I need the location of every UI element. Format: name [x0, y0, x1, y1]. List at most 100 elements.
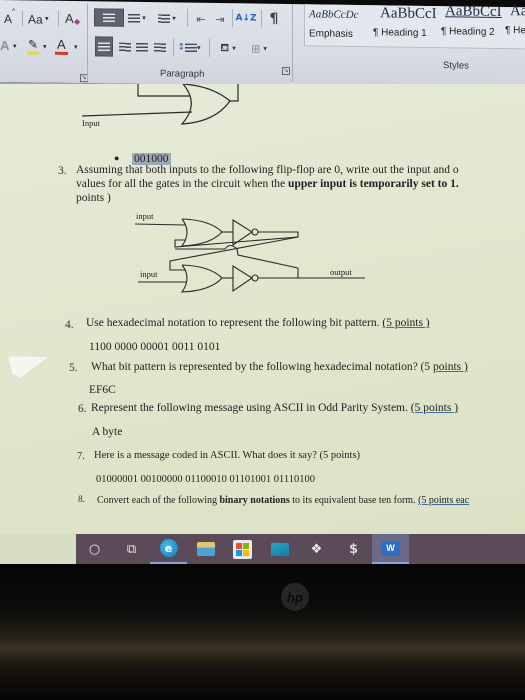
chevron-down-icon: ▾ [197, 43, 201, 52]
divider [292, 4, 293, 83]
divider [232, 9, 233, 28]
folder-icon [196, 542, 215, 556]
message-text: A byte [92, 426, 123, 438]
question-text: Here is a message coded in ASCII. What d… [94, 450, 361, 461]
highlighter-icon: ✎ [28, 37, 39, 52]
feedback-wire [137, 84, 190, 97]
taskbar-task-view-button[interactable]: ⧉ [113, 534, 150, 564]
store-bag-icon [233, 539, 252, 559]
chevron-down-icon: ▾ [142, 13, 146, 23]
style-name: ¶ Heading 2 [441, 26, 495, 38]
question-number: 8. [78, 495, 86, 505]
font-color-button[interactable]: A [55, 37, 68, 55]
upper-input-label: input [136, 211, 154, 221]
eraser-icon: ◆ [74, 17, 81, 27]
grow-font-button[interactable]: A [4, 12, 12, 26]
justify-icon [154, 42, 166, 52]
taskbar-file-explorer-button[interactable] [187, 534, 224, 564]
style-sample: AaBbCcI [380, 5, 437, 23]
align-left-icon [98, 41, 110, 52]
question-emphasis: binary notations [219, 495, 290, 506]
decrease-indent-icon: ⇤ [196, 12, 206, 26]
lower-or-gate [180, 264, 223, 293]
question-text: Represent the following message using AS… [91, 402, 411, 414]
bullets-button[interactable] [94, 8, 124, 27]
divider [58, 10, 59, 27]
highlight-color-button[interactable]: ✎ [27, 37, 39, 55]
taskbar: ○ ⧉ e ❖ $ W [76, 534, 525, 564]
text-effects-button[interactable]: A [0, 38, 9, 53]
line-spacing-icon [185, 43, 198, 53]
lower-not-gate [232, 265, 254, 293]
upper-or-gate [180, 218, 223, 247]
numbering-button[interactable]: ▾ [126, 9, 148, 27]
question-number: 6. [78, 403, 87, 415]
taskbar-mail-button[interactable] [261, 534, 298, 564]
align-left-button[interactable] [95, 36, 113, 57]
decrease-indent-button[interactable]: ⇤ [193, 10, 209, 28]
grow-font-caret-icon: ^ [12, 8, 16, 16]
justify-button[interactable] [152, 37, 168, 57]
word-icon: W [381, 540, 400, 556]
upper-input-wire [134, 223, 186, 226]
align-right-button[interactable] [134, 37, 150, 57]
flip-flop-diagram [134, 218, 365, 293]
divider [87, 3, 88, 82]
font-color-swatch [55, 51, 68, 55]
align-right-icon [136, 42, 148, 52]
ascii-binary-code: 01000001 00100000 01100010 01101001 0111… [96, 474, 315, 485]
numbering-icon [128, 13, 141, 23]
question-text: to its equivalent base ten form. [289, 495, 419, 506]
points-label: points ) [433, 361, 468, 373]
lower-input-label: input [140, 269, 158, 279]
increase-indent-icon: ⇥ [215, 12, 225, 26]
divider [187, 8, 188, 27]
paragraph-dialog-launcher-icon[interactable]: ↘ [282, 66, 290, 76]
top-or-gate-circuit [81, 84, 239, 125]
line-spacing-button[interactable]: ↕ ▾ [177, 37, 201, 57]
chevron-down-icon: ▾ [74, 44, 78, 52]
taskbar-word-button[interactable]: W [372, 534, 409, 564]
chevron-down-icon: ▾ [13, 43, 17, 51]
search-circle-icon: ○ [88, 541, 101, 557]
edge-browser-icon: e [159, 539, 178, 557]
shading-button[interactable]: ⛾ ▾ [214, 38, 242, 58]
question-text: Convert each of the following [97, 495, 220, 506]
align-center-button[interactable] [117, 37, 133, 57]
taskbar-store-button[interactable] [224, 534, 261, 564]
bullets-icon [103, 12, 115, 23]
multilevel-list-button[interactable]: ▾ [155, 9, 179, 27]
question-emphasis: upper input is temporarily set to 1. [288, 178, 459, 190]
document-edge [0, 534, 76, 564]
hex-value: EF6C [89, 384, 116, 396]
style-name: ¶ Heading 1 [373, 27, 427, 39]
question-number: 3. [58, 165, 67, 177]
question-text: What bit pattern is represented by the f… [91, 361, 434, 373]
points-label: (5 points ) [410, 402, 459, 414]
or-gate-body [180, 84, 231, 125]
question-text: Assuming that both inputs to the followi… [76, 164, 459, 176]
sort-button[interactable]: A↓Z [235, 8, 256, 28]
line-spacing-arrows-icon: ↕ [177, 42, 186, 53]
question-text: points ) [76, 192, 111, 204]
question-text: Use hexadecimal notation to represent th… [86, 317, 383, 329]
question-number: 5. [69, 362, 78, 374]
style-sample: AaBbCcDc [309, 8, 359, 22]
multilevel-list-icon [158, 13, 171, 23]
taskbar-app-button[interactable]: $ [335, 534, 372, 564]
change-case-button[interactable]: Aa [28, 12, 43, 26]
show-formatting-button[interactable]: ¶ [266, 9, 282, 29]
styles-gallery: AaBbCcDc Emphasis AaBbCcI ¶ Heading 1 Aa… [304, 3, 525, 50]
chevron-down-icon: ▾ [263, 44, 267, 53]
taskbar-search-button[interactable]: ○ [76, 534, 113, 564]
clear-formatting-button[interactable]: A [65, 11, 74, 26]
increase-indent-button[interactable]: ⇥ [212, 10, 228, 28]
question-text: values for all the gates in the circuit … [76, 178, 289, 190]
taskbar-edge-button[interactable]: e [150, 534, 187, 564]
ribbon: A ^ Aa ▾ A ◆ A ▾ ✎ ▾ A ▾ ↘ ▾ ▾ ⇤ ⇥ A↓Z ¶… [0, 0, 525, 92]
question-number: 4. [65, 319, 74, 331]
align-center-icon [119, 42, 131, 52]
borders-button[interactable]: ⊞ ▾ [245, 38, 273, 58]
document-page[interactable]: Input ● 001000 3. Assuming that both inp… [0, 84, 525, 534]
taskbar-dropbox-button[interactable]: ❖ [298, 534, 335, 564]
